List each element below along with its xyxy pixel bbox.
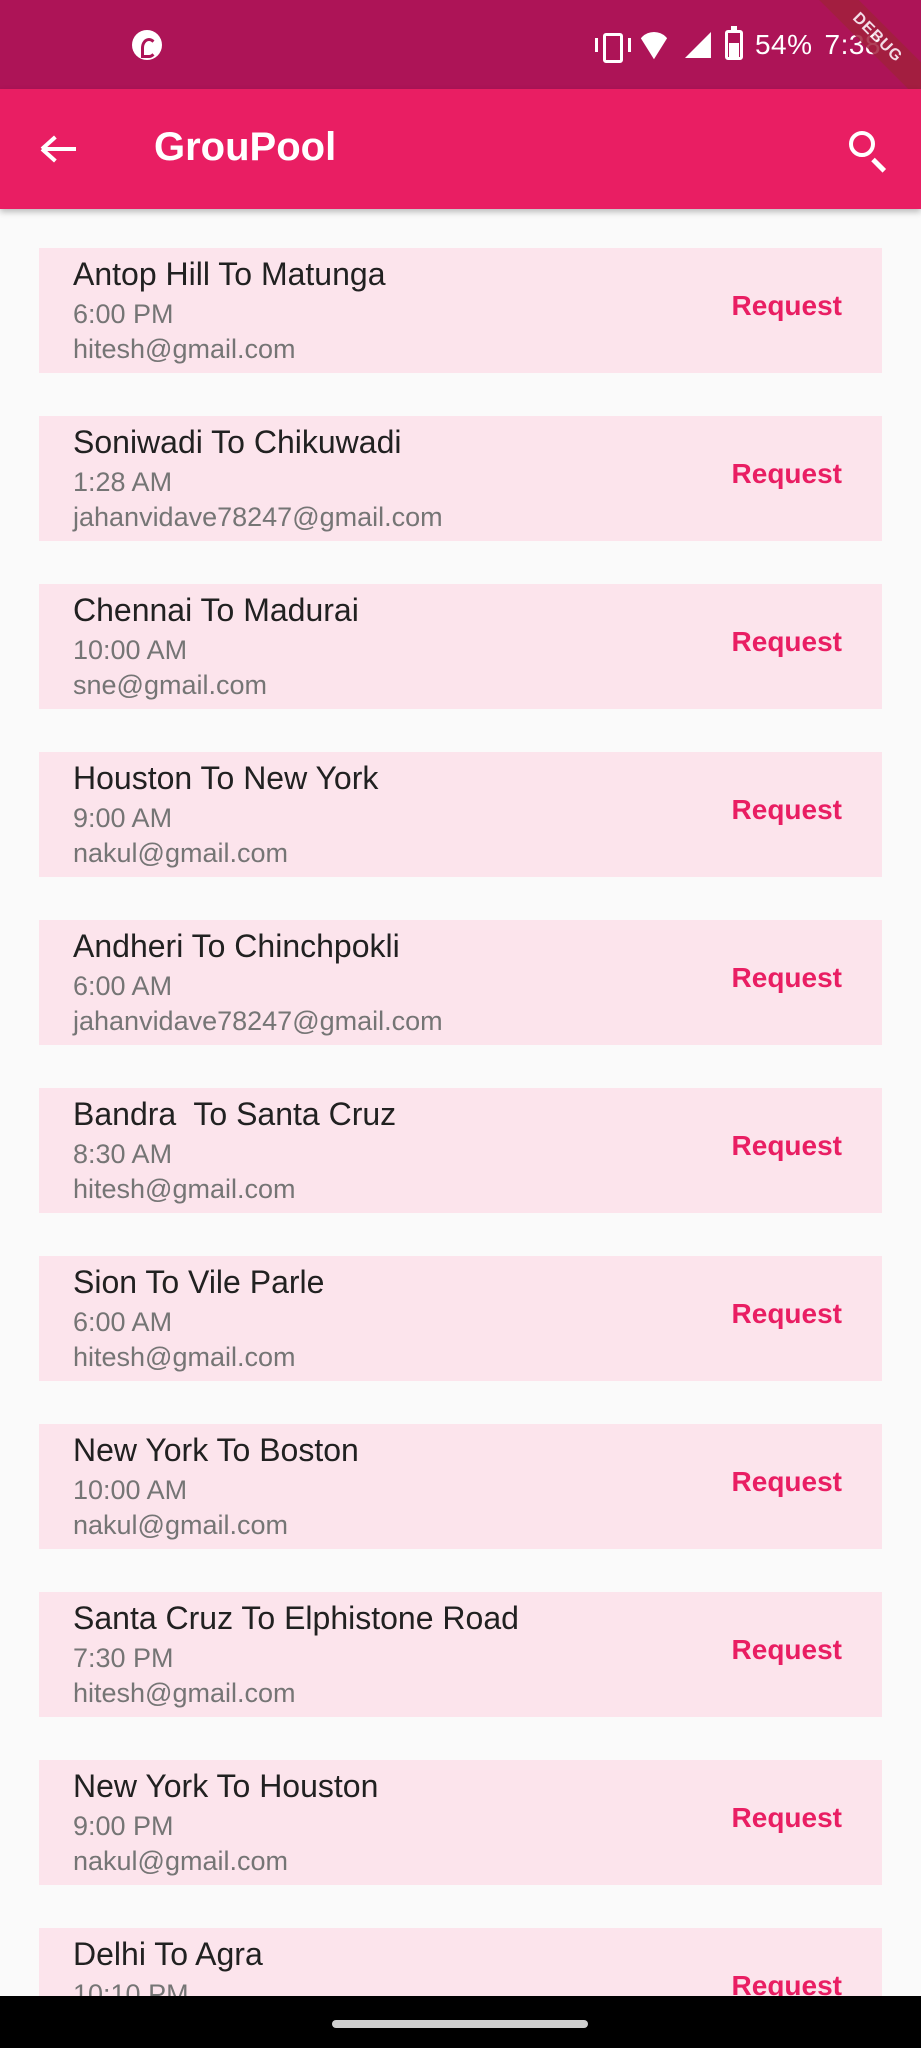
wifi-icon	[637, 30, 671, 60]
ride-list: Antop Hill To Matunga 6:00 PM hitesh@gma…	[39, 248, 882, 2048]
ride-route: Andheri To Chinchpokli	[73, 928, 400, 964]
status-icons: 54% 7:38	[594, 24, 881, 66]
request-button[interactable]: Request	[732, 794, 842, 826]
ride-route: New York To Boston	[73, 1432, 359, 1468]
ride-card: Houston To New York 9:00 AM nakul@gmail.…	[39, 752, 882, 877]
arrow-back-icon	[40, 135, 78, 163]
request-button[interactable]: Request	[732, 1802, 842, 1834]
ride-time: 9:00 AM	[73, 803, 173, 833]
battery-icon	[724, 26, 743, 60]
ride-card: Bandra To Santa Cruz 8:30 AM hitesh@gmai…	[39, 1088, 882, 1213]
ride-email: nakul@gmail.com	[73, 1846, 288, 1876]
request-button[interactable]: Request	[732, 458, 842, 490]
ride-time: 7:30 PM	[73, 1643, 174, 1673]
request-button[interactable]: Request	[732, 1298, 842, 1330]
ride-card: Santa Cruz To Elphistone Road 7:30 PM hi…	[39, 1592, 882, 1717]
ride-time: 6:00 AM	[73, 1307, 173, 1337]
ride-card: New York To Boston 10:00 AM nakul@gmail.…	[39, 1424, 882, 1549]
ride-email: nakul@gmail.com	[73, 1510, 288, 1540]
ride-email: jahanvidave78247@gmail.com	[73, 502, 443, 532]
ride-email: hitesh@gmail.com	[73, 1342, 296, 1372]
ride-email: hitesh@gmail.com	[73, 1174, 296, 1204]
status-bar: 54% 7:38 DEBUG	[0, 0, 921, 105]
request-button[interactable]: Request	[732, 626, 842, 658]
ride-email: sne@gmail.com	[73, 670, 267, 700]
ride-route: New York To Houston	[73, 1768, 379, 1804]
ride-route: Antop Hill To Matunga	[73, 256, 386, 292]
ride-time: 1:28 AM	[73, 467, 173, 497]
ride-route: Chennai To Madurai	[73, 592, 359, 628]
screen: 54% 7:38 DEBUG GrouPool Antop Hill To Ma…	[0, 0, 921, 2048]
search-icon	[849, 131, 875, 157]
signal-icon	[683, 30, 713, 60]
system-nav-bar	[0, 1996, 921, 2048]
back-button[interactable]	[36, 123, 88, 175]
ride-card: New York To Houston 9:00 PM nakul@gmail.…	[39, 1760, 882, 1885]
ride-route: Houston To New York	[73, 760, 379, 796]
ride-email: nakul@gmail.com	[73, 838, 288, 868]
ride-card: Andheri To Chinchpokli 6:00 AM jahanvida…	[39, 920, 882, 1045]
ride-time: 6:00 PM	[73, 299, 174, 329]
ride-route: Bandra To Santa Cruz	[73, 1096, 397, 1132]
ride-email: jahanvidave78247@gmail.com	[73, 1006, 443, 1036]
ride-route: Delhi To Agra	[73, 1936, 263, 1972]
request-button[interactable]: Request	[732, 1130, 842, 1162]
vibrate-icon	[594, 30, 631, 63]
app-title: GrouPool	[154, 125, 337, 169]
request-button[interactable]: Request	[732, 290, 842, 322]
ride-email: hitesh@gmail.com	[73, 334, 296, 364]
ride-card: Sion To Vile Parle 6:00 AM hitesh@gmail.…	[39, 1256, 882, 1381]
ride-route: Sion To Vile Parle	[73, 1264, 325, 1300]
request-button[interactable]: Request	[732, 962, 842, 994]
request-button[interactable]: Request	[732, 1634, 842, 1666]
ride-route: Santa Cruz To Elphistone Road	[73, 1600, 519, 1636]
home-gesture-handle[interactable]	[332, 2020, 588, 2028]
request-button[interactable]: Request	[732, 1466, 842, 1498]
ride-time: 9:00 PM	[73, 1811, 174, 1841]
search-button[interactable]	[837, 121, 893, 177]
battery-percent: 54%	[754, 29, 813, 60]
ride-route: Soniwadi To Chikuwadi	[73, 424, 402, 460]
app-bar: GrouPool	[0, 89, 921, 209]
ride-time: 8:30 AM	[73, 1139, 173, 1169]
ride-time: 10:00 AM	[73, 635, 188, 665]
ride-time: 6:00 AM	[73, 971, 173, 1001]
ride-card: Antop Hill To Matunga 6:00 PM hitesh@gma…	[39, 248, 882, 373]
app-notification-icon	[132, 30, 162, 60]
ride-card: Soniwadi To Chikuwadi 1:28 AM jahanvidav…	[39, 416, 882, 541]
ride-card: Chennai To Madurai 10:00 AM sne@gmail.co…	[39, 584, 882, 709]
ride-time: 10:00 AM	[73, 1475, 188, 1505]
ride-email: hitesh@gmail.com	[73, 1678, 296, 1708]
